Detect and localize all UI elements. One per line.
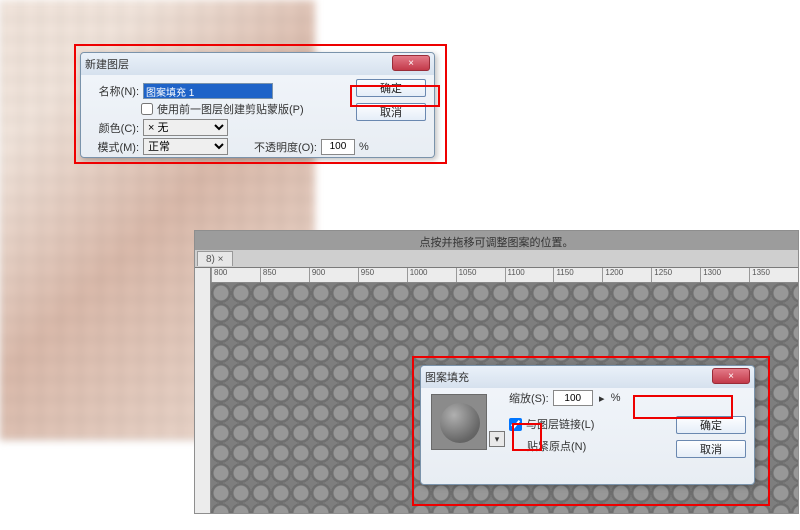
ruler-mark: 1000 xyxy=(407,268,456,282)
name-label: 名称(N): xyxy=(89,83,139,99)
close-icon: × xyxy=(408,58,414,69)
color-select[interactable]: × 无 xyxy=(143,119,228,136)
pattern-fill-dialog: 图案填充 × ▾ 缩放(S): ▸ % 与图层链接(L) 贴紧原点(N) xyxy=(420,365,755,485)
ok-button[interactable]: 确定 xyxy=(356,79,426,97)
ruler-mark: 1150 xyxy=(553,268,602,282)
cancel-button[interactable]: 取消 xyxy=(356,103,426,121)
ruler-mark: 800 xyxy=(211,268,260,282)
ruler-mark: 1200 xyxy=(602,268,651,282)
pattern-dropdown-button[interactable]: ▾ xyxy=(489,431,505,447)
opacity-input[interactable] xyxy=(321,139,355,155)
dialog-title: 图案填充 xyxy=(425,369,469,385)
link-checkbox-label: 与图层链接(L) xyxy=(526,416,594,432)
ruler-mark: 1300 xyxy=(700,268,749,282)
cancel-label: 取消 xyxy=(380,104,402,120)
canvas-hint: 点按并拖移可调整图案的位置。 xyxy=(195,234,798,250)
dialog-title: 新建图层 xyxy=(85,56,129,72)
ruler-mark: 900 xyxy=(309,268,358,282)
close-button[interactable]: × xyxy=(392,55,430,71)
ruler-vertical xyxy=(195,268,211,513)
mode-select[interactable]: 正常 xyxy=(143,138,228,155)
cancel-label: 取消 xyxy=(700,441,722,457)
scale-input[interactable] xyxy=(553,390,593,406)
ok-label: 确定 xyxy=(380,80,402,96)
close-icon: × xyxy=(728,371,734,382)
ruler-horizontal: 800 850 900 950 1000 1050 1100 1150 1200… xyxy=(211,268,798,283)
pattern-swatch[interactable] xyxy=(431,394,487,450)
ruler-mark: 1100 xyxy=(505,268,554,282)
link-checkbox[interactable] xyxy=(509,418,522,431)
snap-origin-label: 贴紧原点(N) xyxy=(527,438,586,454)
ok-button[interactable]: 确定 xyxy=(676,416,746,434)
scale-unit: % xyxy=(611,392,621,404)
clip-checkbox[interactable] xyxy=(141,103,153,115)
new-layer-dialog: 新建图层 × 名称(N): 使用前一图层创建剪贴蒙版(P) 颜色(C): × 无… xyxy=(80,52,435,158)
ruler-mark: 1050 xyxy=(456,268,505,282)
document-tab[interactable]: 8) × xyxy=(197,251,233,266)
scale-label: 缩放(S): xyxy=(509,390,549,406)
close-button[interactable]: × xyxy=(712,368,750,384)
opacity-label: 不透明度(O): xyxy=(254,139,317,155)
color-label: 颜色(C): xyxy=(89,120,139,136)
clip-checkbox-label: 使用前一图层创建剪贴蒙版(P) xyxy=(157,101,304,117)
ruler-mark: 950 xyxy=(358,268,407,282)
dialog-titlebar[interactable]: 新建图层 × xyxy=(81,53,434,75)
ruler-mark: 1250 xyxy=(651,268,700,282)
ruler-mark: 850 xyxy=(260,268,309,282)
scale-dropdown-icon[interactable]: ▸ xyxy=(597,392,607,405)
dialog-titlebar[interactable]: 图案填充 × xyxy=(421,366,754,388)
document-tabbar: 8) × xyxy=(195,250,798,268)
opacity-unit: % xyxy=(359,141,369,153)
pattern-preview-icon xyxy=(440,403,480,443)
ok-label: 确定 xyxy=(700,417,722,433)
chevron-down-icon: ▾ xyxy=(495,434,500,445)
mode-label: 模式(M): xyxy=(89,139,139,155)
tab-label: 8) × xyxy=(206,254,224,265)
ruler-mark: 1350 xyxy=(749,268,798,282)
name-input[interactable] xyxy=(143,83,273,99)
cancel-button[interactable]: 取消 xyxy=(676,440,746,458)
